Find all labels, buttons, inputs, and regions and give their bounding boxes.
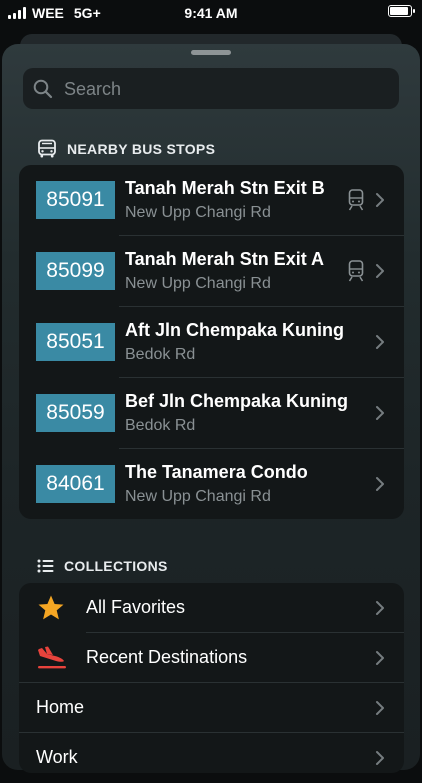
chevron-right-icon bbox=[376, 701, 384, 715]
bus-stop-row[interactable]: 84061 The Tanamera Condo New Upp Changi … bbox=[19, 449, 404, 520]
stop-name: Tanah Merah Stn Exit B bbox=[125, 178, 325, 198]
stop-road: Bedok Rd bbox=[125, 346, 196, 363]
stop-name: Bef Jln Chempaka Kuning bbox=[125, 391, 349, 411]
chevron-right-icon bbox=[376, 651, 384, 665]
collection-label: All Favorites bbox=[86, 597, 186, 617]
stop-name: Tanah Merah Stn Exit A bbox=[125, 249, 325, 269]
status-bar: WEE 5G+ 9:41 AM bbox=[0, 0, 422, 26]
chevron-right-icon bbox=[376, 264, 384, 278]
collection-item-all-favorites[interactable]: All Favorites bbox=[19, 583, 404, 633]
list-icon bbox=[37, 559, 54, 573]
collections-section-header: COLLECTIONS bbox=[37, 558, 168, 574]
chevron-right-icon bbox=[376, 193, 384, 207]
stop-name: The Tanamera Condo bbox=[125, 462, 308, 482]
stop-code: 84061 bbox=[36, 465, 115, 503]
stop-code: 85051 bbox=[36, 323, 115, 361]
status-time: 9:41 AM bbox=[184, 5, 238, 21]
stop-code: 85059 bbox=[36, 394, 115, 432]
chevron-right-icon bbox=[376, 477, 384, 491]
sheet-grabber[interactable] bbox=[191, 50, 231, 55]
bus-stop-row[interactable]: 85051 Aft Jln Chempaka Kuning Bedok Rd bbox=[19, 307, 404, 378]
bus-stop-row[interactable]: 85099 Tanah Merah Stn Exit A New Upp Cha… bbox=[19, 236, 404, 307]
stop-road: New Upp Changi Rd bbox=[125, 488, 271, 505]
nearby-section-header: NEARBY BUS STOPS bbox=[37, 139, 215, 159]
star-icon bbox=[38, 595, 64, 620]
stop-road: New Upp Changi Rd bbox=[125, 275, 271, 292]
collection-item-recent-destinations[interactable]: Recent Destinations bbox=[19, 633, 404, 683]
chevron-right-icon bbox=[376, 406, 384, 420]
collections-title: COLLECTIONS bbox=[64, 558, 168, 574]
chevron-right-icon bbox=[376, 751, 384, 765]
chevron-right-icon bbox=[376, 335, 384, 349]
collection-label: Home bbox=[36, 697, 85, 717]
search-input[interactable]: Search bbox=[23, 68, 399, 109]
collection-item-work[interactable]: Work bbox=[19, 733, 404, 783]
bus-stop-list: 85091 Tanah Merah Stn Exit B New Upp Cha… bbox=[19, 165, 404, 519]
collection-label: Recent Destinations bbox=[86, 647, 248, 667]
collections-list: All Favorites Recent Destinations Home W… bbox=[19, 583, 404, 773]
stop-road: Bedok Rd bbox=[125, 417, 196, 434]
train-icon bbox=[348, 260, 364, 282]
bus-stop-row[interactable]: 85091 Tanah Merah Stn Exit B New Upp Cha… bbox=[19, 165, 404, 236]
collection-label: Work bbox=[36, 747, 78, 767]
search-icon bbox=[33, 79, 53, 99]
battery-icon bbox=[388, 5, 415, 17]
plane-landing-icon bbox=[38, 646, 66, 669]
collection-item-home[interactable]: Home bbox=[19, 683, 404, 733]
stop-name: Aft Jln Chempaka Kuning bbox=[125, 320, 345, 340]
stop-code: 85099 bbox=[36, 252, 115, 290]
bus-stop-row[interactable]: 85059 Bef Jln Chempaka Kuning Bedok Rd bbox=[19, 378, 404, 449]
chevron-right-icon bbox=[376, 601, 384, 615]
bus-icon bbox=[38, 139, 56, 158]
train-icon bbox=[348, 189, 364, 211]
stop-road: New Upp Changi Rd bbox=[125, 204, 271, 221]
search-placeholder: Search bbox=[64, 79, 122, 99]
stop-code: 85091 bbox=[36, 181, 115, 219]
nearby-title: NEARBY BUS STOPS bbox=[67, 141, 216, 157]
